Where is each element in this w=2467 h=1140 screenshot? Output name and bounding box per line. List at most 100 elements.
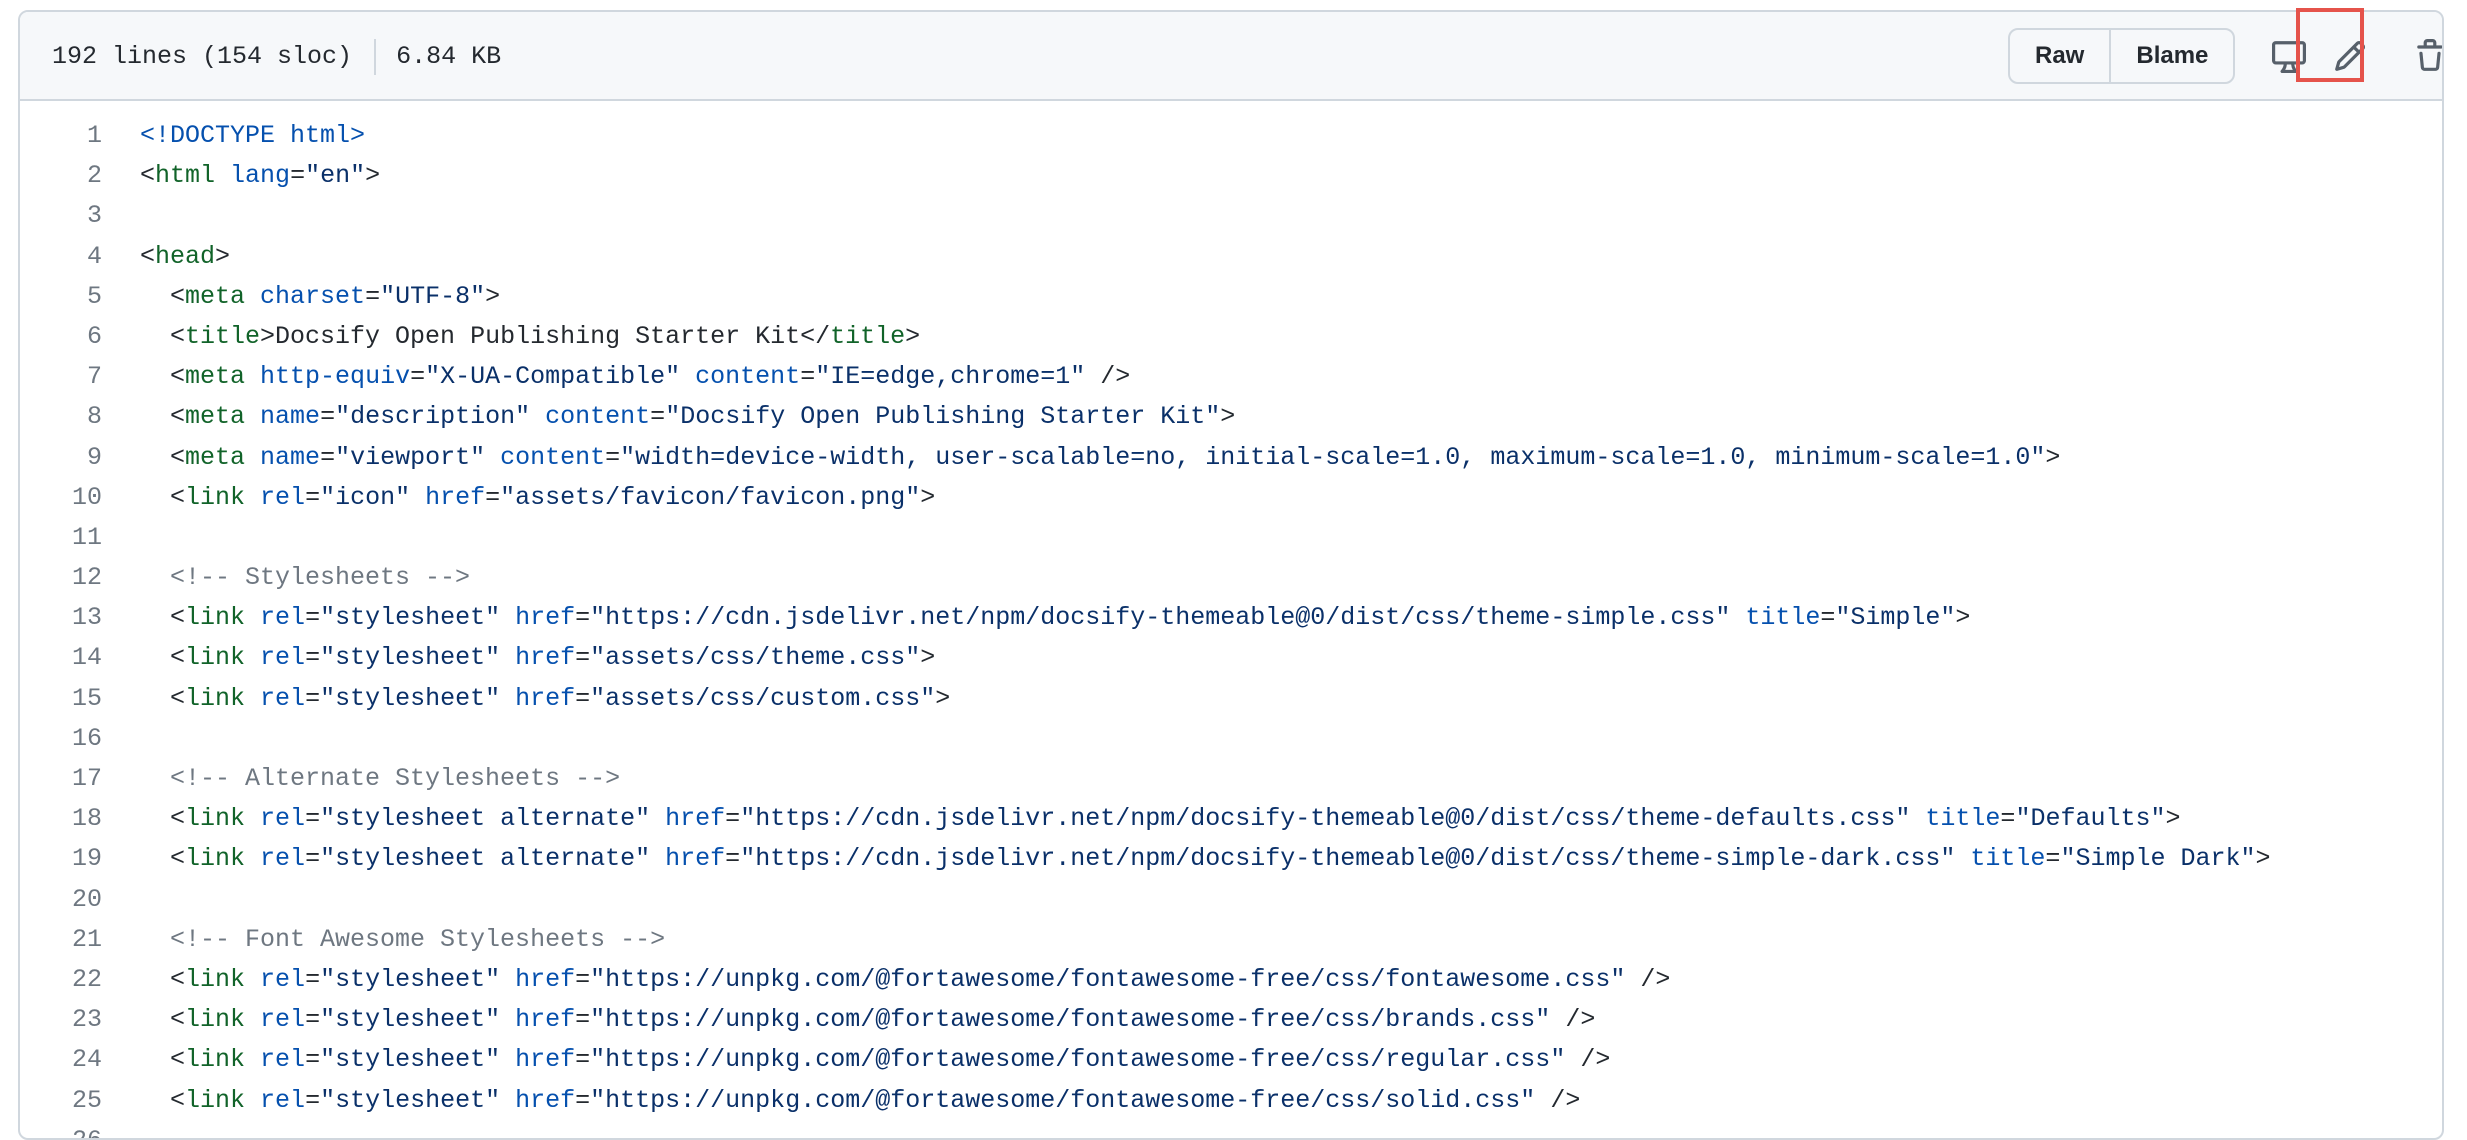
code-token: < [140,683,186,713]
code-line: 15 <link rel="stylesheet" href="assets/c… [20,679,2442,719]
code-token: "stylesheet" [320,1085,501,1115]
line-number[interactable]: 1 [20,116,102,156]
line-number[interactable]: 7 [20,357,102,397]
code-token: > [365,161,381,191]
edit-file-button[interactable] [2322,28,2378,84]
code-token: = [290,161,306,191]
line-number[interactable]: 24 [20,1040,102,1080]
code-token: = [305,844,321,874]
code-token: < [140,804,186,834]
line-source: <!-- Font Awesome Stylesheets --> [102,920,665,960]
code-token: >Docsify Open Publishing Starter Kit</ [260,321,831,351]
blame-button[interactable]: Blame [2109,30,2233,82]
line-number[interactable]: 3 [20,196,102,236]
code-token: = [305,683,321,713]
code-token: meta [185,281,246,311]
code-token: = [365,281,381,311]
code-token: rel [260,482,306,512]
line-source [102,196,140,236]
code-token: href [515,1005,576,1035]
code-token: = [305,804,321,834]
line-number[interactable]: 9 [20,438,102,478]
line-number[interactable]: 23 [20,1000,102,1040]
code-token: <!-- Alternate Stylesheets --> [140,764,621,793]
code-token: > [485,281,501,311]
code-token: rel [260,603,306,633]
code-token: title [185,321,261,351]
line-number[interactable]: 12 [20,558,102,598]
line-source: <link rel="stylesheet alternate" href="h… [102,839,2271,879]
line-number[interactable]: 14 [20,638,102,678]
line-number[interactable]: 15 [20,679,102,719]
code-line: 14 <link rel="stylesheet" href="assets/c… [20,638,2442,678]
display-desktop-button[interactable] [2261,28,2317,84]
line-number[interactable]: 16 [20,719,102,759]
line-number[interactable]: 25 [20,1081,102,1121]
code-token: < [140,603,186,633]
code-token: rel [260,1045,306,1075]
line-source: <link rel="stylesheet" href="assets/css/… [102,638,935,678]
code-line: 2 <html lang="en"> [20,156,2442,196]
delete-file-button[interactable] [2402,28,2442,84]
line-number[interactable]: 11 [20,518,102,558]
line-source: <link rel="stylesheet" href="assets/css/… [102,679,950,719]
line-number[interactable]: 19 [20,839,102,879]
code-token: "X-UA-Compatible" [425,362,681,392]
line-count: 192 lines (154 sloc) [52,42,353,71]
code-token: < [140,241,156,271]
line-source: <!-- Alternate Stylesheets --> [102,759,620,799]
code-token: charset [260,281,366,311]
code-token: < [140,1085,186,1115]
line-number[interactable]: 20 [20,880,102,920]
code-token: rel [260,683,306,713]
code-token: "assets/css/custom.css" [590,683,936,713]
line-number[interactable]: 22 [20,960,102,1000]
line-number[interactable]: 26 [20,1121,102,1138]
raw-button[interactable]: Raw [2010,30,2109,82]
line-source: <link rel="stylesheet" href="https://unp… [102,1040,1610,1080]
line-number[interactable]: 18 [20,799,102,839]
code-token: "stylesheet" [320,683,501,713]
code-token: "stylesheet alternate" [320,844,651,874]
line-source [102,1121,140,1138]
code-token: href [515,683,576,713]
code-token: link [185,1045,246,1075]
code-token: = [305,1005,321,1035]
code-line: 26 [20,1121,2442,1138]
line-number[interactable]: 6 [20,317,102,357]
code-token: > [215,241,231,271]
code-token: = [575,643,591,673]
code-token: href [515,1045,576,1075]
line-number[interactable]: 8 [20,397,102,437]
code-token: link [185,964,246,994]
code-token: = [305,603,321,633]
line-number[interactable]: 13 [20,598,102,638]
line-number[interactable]: 17 [20,759,102,799]
code-token: href [515,1085,576,1115]
line-number[interactable]: 21 [20,920,102,960]
code-token: link [185,1005,246,1035]
code-token: < [140,1045,186,1075]
code-token: rel [260,844,306,874]
code-token: "description" [335,402,531,432]
line-number[interactable]: 5 [20,277,102,317]
line-number[interactable]: 4 [20,237,102,277]
line-number[interactable]: 2 [20,156,102,196]
code-token: > [920,482,936,512]
code-line: 21 <!-- Font Awesome Stylesheets --> [20,920,2442,960]
code-token: = [320,402,336,432]
code-token: "viewport" [335,442,486,472]
line-number[interactable]: 10 [20,478,102,518]
code-token: "Simple Dark" [2060,844,2256,874]
